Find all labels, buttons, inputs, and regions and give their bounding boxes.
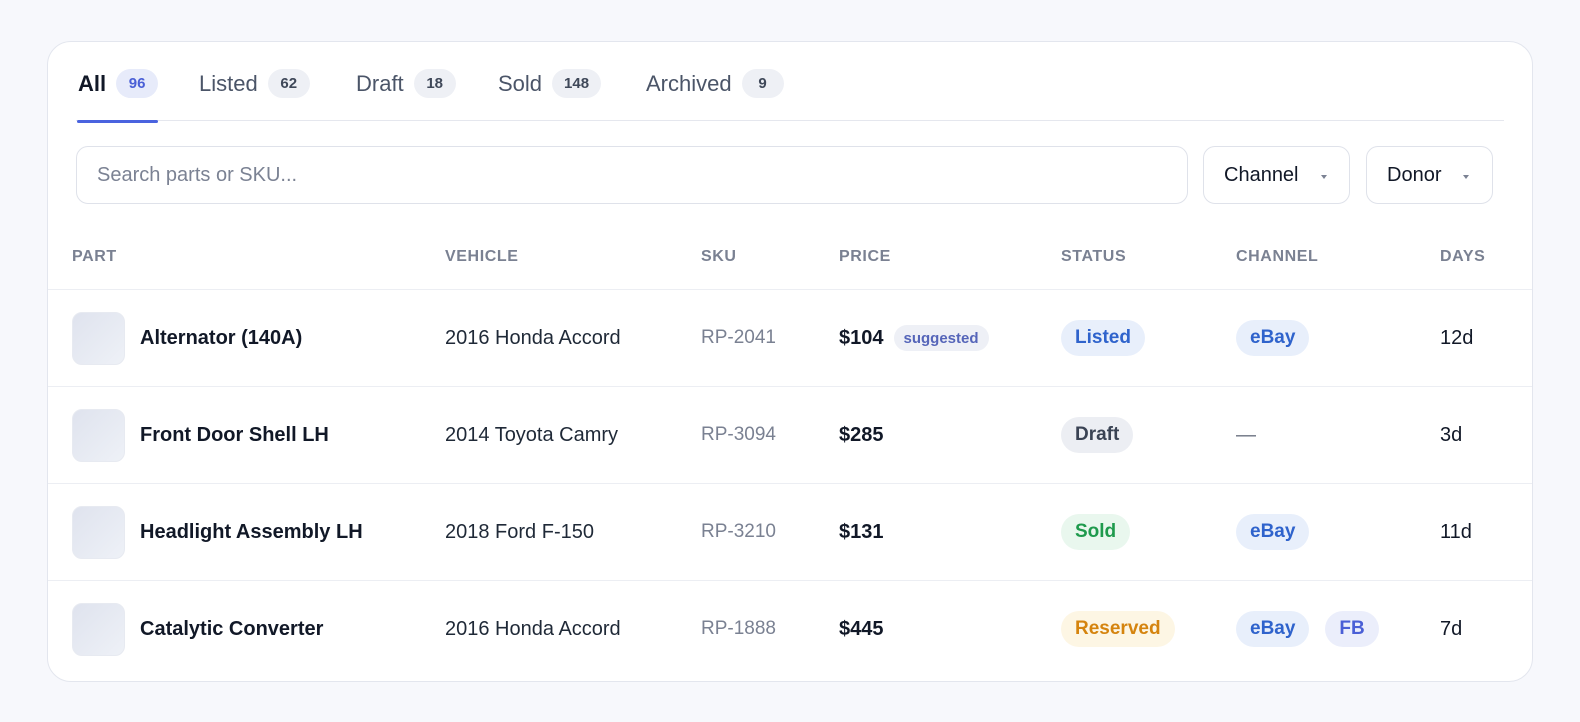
days-listed: 11d xyxy=(1440,520,1472,543)
donor-filter-dropdown[interactable]: Donor xyxy=(1366,146,1493,204)
column-header-channel[interactable]: CHANNEL xyxy=(1236,248,1318,266)
days-listed: 3d xyxy=(1440,423,1463,446)
dropdown-label: Channel xyxy=(1224,163,1299,186)
part-name: Front Door Shell LH xyxy=(140,423,329,446)
vehicle-name: 2016 Honda Accord xyxy=(445,617,621,640)
table-row[interactable]: Alternator (140A) 2016 Honda Accord RP-2… xyxy=(48,290,1532,387)
caret-down-icon xyxy=(1463,174,1470,179)
sku: RP-1888 xyxy=(701,618,776,639)
table-row[interactable]: Catalytic Converter 2016 Honda Accord RP… xyxy=(48,581,1532,678)
tab-count-badge: 148 xyxy=(552,69,602,98)
days-listed: 7d xyxy=(1440,617,1463,640)
tab-label: Archived xyxy=(646,71,732,96)
sku: RP-2041 xyxy=(701,327,776,348)
tab-label: All xyxy=(78,71,107,96)
part-thumbnail xyxy=(72,506,125,559)
part-thumbnail xyxy=(72,409,125,462)
no-channel-dash: — xyxy=(1236,423,1256,446)
tab-count-badge: 18 xyxy=(413,69,456,98)
inventory-card: All 96 Listed 62 Draft 18 Sold 148 Archi… xyxy=(47,41,1533,682)
price: $285 xyxy=(839,423,884,446)
column-header-sku[interactable]: SKU xyxy=(701,248,737,266)
column-header-days[interactable]: DAYS xyxy=(1440,248,1485,266)
tab-archived[interactable]: Archived 9 xyxy=(645,68,784,121)
active-tab-indicator xyxy=(77,120,159,123)
suggested-price-badge: suggested xyxy=(893,325,989,351)
table-header: PART VEHICLE SKU PRICE STATUS CHANNEL DA… xyxy=(48,224,1532,290)
tab-sold[interactable]: Sold 148 xyxy=(497,68,602,121)
tab-label: Sold xyxy=(498,71,543,96)
part-thumbnail xyxy=(72,603,125,656)
search-input[interactable] xyxy=(76,146,1188,204)
tab-count-badge: 62 xyxy=(267,69,310,98)
vehicle-name: 2016 Honda Accord xyxy=(445,326,621,349)
dropdown-label: Donor xyxy=(1387,163,1442,186)
days-listed: 12d xyxy=(1440,326,1474,349)
status-badge: Sold xyxy=(1061,514,1131,550)
price: $445 xyxy=(839,617,884,640)
column-header-part[interactable]: PART xyxy=(72,248,117,266)
channel-badge-fb: FB xyxy=(1325,611,1379,647)
tab-label: Draft xyxy=(356,71,404,96)
sku: RP-3210 xyxy=(701,521,776,542)
tab-all[interactable]: All 96 xyxy=(77,68,159,123)
column-header-vehicle[interactable]: VEHICLE xyxy=(445,248,519,266)
status-badge: Reserved xyxy=(1061,611,1175,647)
status-badge: Listed xyxy=(1061,320,1145,356)
channel-badge-ebay: eBay xyxy=(1236,611,1310,647)
part-name: Catalytic Converter xyxy=(140,617,324,640)
price: $104 xyxy=(839,326,884,349)
vehicle-name: 2014 Toyota Camry xyxy=(445,423,619,446)
tab-draft[interactable]: Draft 18 xyxy=(355,68,456,121)
vehicle-name: 2018 Ford F-150 xyxy=(445,520,594,543)
channel-badge-ebay: eBay xyxy=(1236,514,1310,550)
tab-listed[interactable]: Listed 62 xyxy=(198,68,310,121)
caret-down-icon xyxy=(1320,174,1327,179)
column-header-price[interactable]: PRICE xyxy=(839,248,891,266)
column-header-status[interactable]: STATUS xyxy=(1061,248,1126,266)
table-row[interactable]: Headlight Assembly LH 2018 Ford F-150 RP… xyxy=(48,484,1532,581)
status-badge: Draft xyxy=(1061,417,1134,453)
tab-count-badge: 9 xyxy=(741,69,784,98)
part-thumbnail xyxy=(72,312,125,365)
channel-filter-dropdown[interactable]: Channel xyxy=(1203,146,1350,204)
tab-label: Listed xyxy=(199,71,258,96)
table-row[interactable]: Front Door Shell LH 2014 Toyota Camry RP… xyxy=(48,387,1532,484)
tab-count-badge: 96 xyxy=(116,69,159,98)
channel-badge-ebay: eBay xyxy=(1236,320,1310,356)
price: $131 xyxy=(839,520,884,543)
status-tabs: All 96 Listed 62 Draft 18 Sold 148 Archi… xyxy=(76,42,1504,123)
part-name: Headlight Assembly LH xyxy=(140,520,363,543)
part-name: Alternator (140A) xyxy=(140,326,303,349)
sku: RP-3094 xyxy=(701,424,776,445)
